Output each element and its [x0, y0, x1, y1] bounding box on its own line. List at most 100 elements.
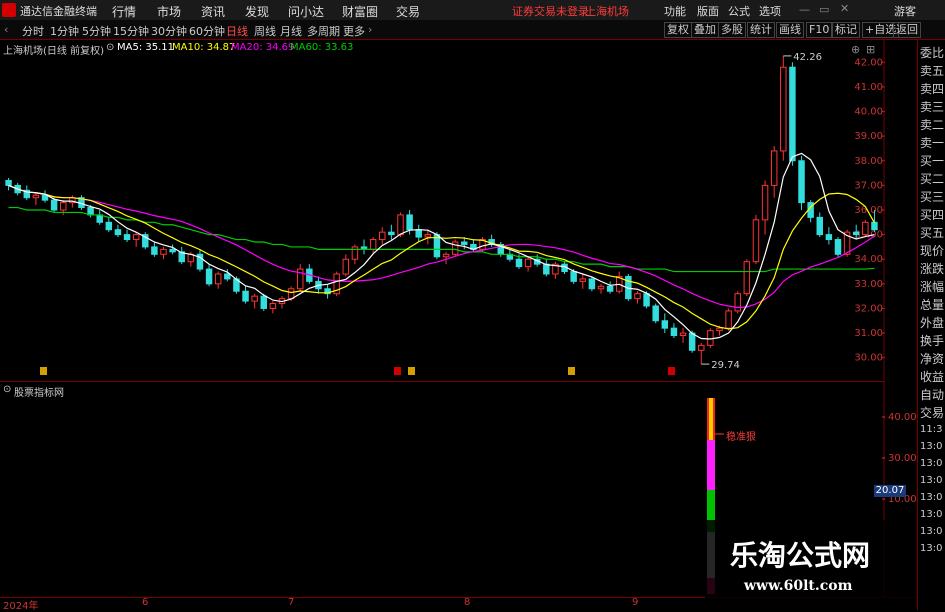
- candle-body: [825, 234, 833, 241]
- candle-body: [752, 219, 760, 263]
- candle-body: [41, 194, 49, 201]
- candle-body: [406, 214, 413, 231]
- tab-multi-period[interactable]: 多周期: [307, 23, 340, 39]
- candle-body: [634, 293, 641, 300]
- tab-monthly[interactable]: 月线: [280, 23, 302, 39]
- menu-function[interactable]: 功能: [664, 3, 686, 19]
- draw-line-button[interactable]: 画线: [776, 22, 804, 38]
- candle-body: [351, 246, 359, 260]
- stats-button[interactable]: 统计: [747, 22, 775, 38]
- candle-body: [369, 239, 377, 250]
- candle-body: [123, 234, 131, 241]
- menu-item-market[interactable]: 行情: [112, 3, 136, 20]
- f10-button[interactable]: F10: [806, 22, 833, 38]
- tab-5min[interactable]: 5分钟: [82, 23, 111, 39]
- candle-body: [871, 221, 878, 231]
- candle-body: [5, 179, 12, 186]
- menu-item-trade[interactable]: 交易: [396, 3, 420, 20]
- candle-body: [151, 246, 158, 255]
- current-market: 上海机场: [585, 5, 629, 18]
- tab-more[interactable]: 更多: [343, 23, 365, 39]
- candle-body: [743, 261, 751, 295]
- candle-body: [515, 258, 523, 268]
- candle-body: [780, 66, 787, 152]
- current-value-badge: 20.07: [874, 485, 906, 497]
- sub-axis-label: 40.00: [888, 412, 917, 423]
- price-axis-label: 41.00: [854, 82, 883, 93]
- price-axis-label: 32.00: [854, 303, 883, 314]
- menu-bar: 通达信金融终端 行情 市场 资讯 发现 问小达 财富圈 交易 证券交易未登录 上…: [0, 0, 945, 21]
- mark-button[interactable]: 标记: [832, 22, 860, 38]
- quote-label-bid5: 买五: [920, 226, 945, 240]
- quote-label-price: 现价: [920, 244, 945, 258]
- auto-label[interactable]: 自动: [920, 386, 944, 403]
- price-axis-label: 40.00: [854, 107, 883, 118]
- candle-body: [606, 285, 614, 292]
- watermark-url: www.60lt.com: [744, 578, 853, 594]
- quote-label-bid4: 买四: [920, 208, 945, 222]
- minimize-icon[interactable]: —: [799, 3, 810, 16]
- date-tick: 8: [464, 597, 471, 608]
- price-axis-label: 38.00: [854, 156, 883, 167]
- candle-body: [32, 194, 40, 199]
- restore-icon[interactable]: ▭: [819, 3, 829, 16]
- menu-layout[interactable]: 版面: [697, 3, 719, 19]
- candle-body: [424, 234, 432, 238]
- indicator-label: 稳准狠: [726, 432, 756, 443]
- quote-label-change: 涨跌: [920, 262, 945, 276]
- event-marker-icon: [40, 367, 47, 375]
- candle-body: [388, 231, 395, 236]
- candle-body: [524, 258, 532, 268]
- toolbar-arrow-icon[interactable]: ‹: [4, 23, 8, 36]
- menu-item-wealth[interactable]: 财富圈: [342, 3, 378, 20]
- quote-side-panel: 委比 卖五 卖四 卖三 卖二 卖一 买一 买二 买三 买四 买五 现价 涨跌 涨…: [917, 40, 945, 610]
- tick-time: 13:0: [920, 441, 943, 452]
- login-notice[interactable]: 证券交易未登录: [512, 3, 589, 19]
- tab-intraday[interactable]: 分时: [22, 23, 44, 39]
- tab-15min[interactable]: 15分钟: [113, 23, 149, 39]
- date-tick: 6: [142, 597, 149, 608]
- candle-body: [242, 290, 249, 302]
- watermark-title: 乐淘公式网: [730, 539, 871, 572]
- candle-body: [670, 327, 678, 337]
- close-icon[interactable]: ✕: [840, 2, 849, 15]
- candle-body: [734, 293, 741, 312]
- multi-stock-button[interactable]: 多股: [718, 22, 746, 38]
- tab-60min[interactable]: 60分钟: [189, 23, 225, 39]
- price-axis-label: 37.00: [854, 180, 883, 191]
- tab-1min[interactable]: 1分钟: [50, 23, 79, 39]
- candle-body: [834, 239, 842, 255]
- menu-item-news[interactable]: 资讯: [201, 3, 225, 20]
- indicator-bar-highlight: [709, 398, 713, 440]
- quote-label-bid2: 买二: [920, 172, 945, 186]
- candle-body: [862, 221, 869, 236]
- candle-body: [707, 330, 714, 346]
- date-tick: 2024年: [3, 601, 39, 612]
- candle-body: [652, 305, 659, 322]
- tab-weekly[interactable]: 周线: [254, 23, 276, 39]
- trade-label[interactable]: 交易: [920, 404, 944, 421]
- candle-body: [105, 221, 113, 231]
- tab-30min[interactable]: 30分钟: [151, 23, 187, 39]
- candle-body: [698, 344, 705, 351]
- more-chevron-icon[interactable]: ›: [368, 23, 372, 36]
- menu-item-discover[interactable]: 发现: [245, 3, 269, 20]
- tab-daily[interactable]: 日线: [226, 23, 248, 39]
- menu-formula[interactable]: 公式: [728, 3, 750, 19]
- candle-body: [214, 273, 222, 285]
- candlestick-chart[interactable]: 42.0041.0040.0039.0038.0037.0036.0035.00…: [0, 40, 885, 380]
- back-button[interactable]: 返回: [893, 22, 921, 38]
- guest-label[interactable]: 游客: [894, 3, 916, 19]
- overlay-button[interactable]: 叠加: [691, 22, 719, 38]
- menu-item-ask[interactable]: 问小达: [288, 3, 324, 20]
- app-name: 通达信金融终端: [20, 5, 97, 18]
- candle-body: [442, 253, 450, 258]
- menu-item-market-center[interactable]: 市场: [157, 3, 181, 20]
- price-axis-label: 30.00: [854, 353, 883, 364]
- tick-time: 13:0: [920, 543, 943, 554]
- menu-options[interactable]: 选项: [759, 3, 781, 19]
- candle-body: [260, 295, 267, 309]
- adjust-button[interactable]: 复权: [664, 22, 692, 38]
- candle-body: [342, 258, 350, 275]
- candle-body: [461, 241, 468, 245]
